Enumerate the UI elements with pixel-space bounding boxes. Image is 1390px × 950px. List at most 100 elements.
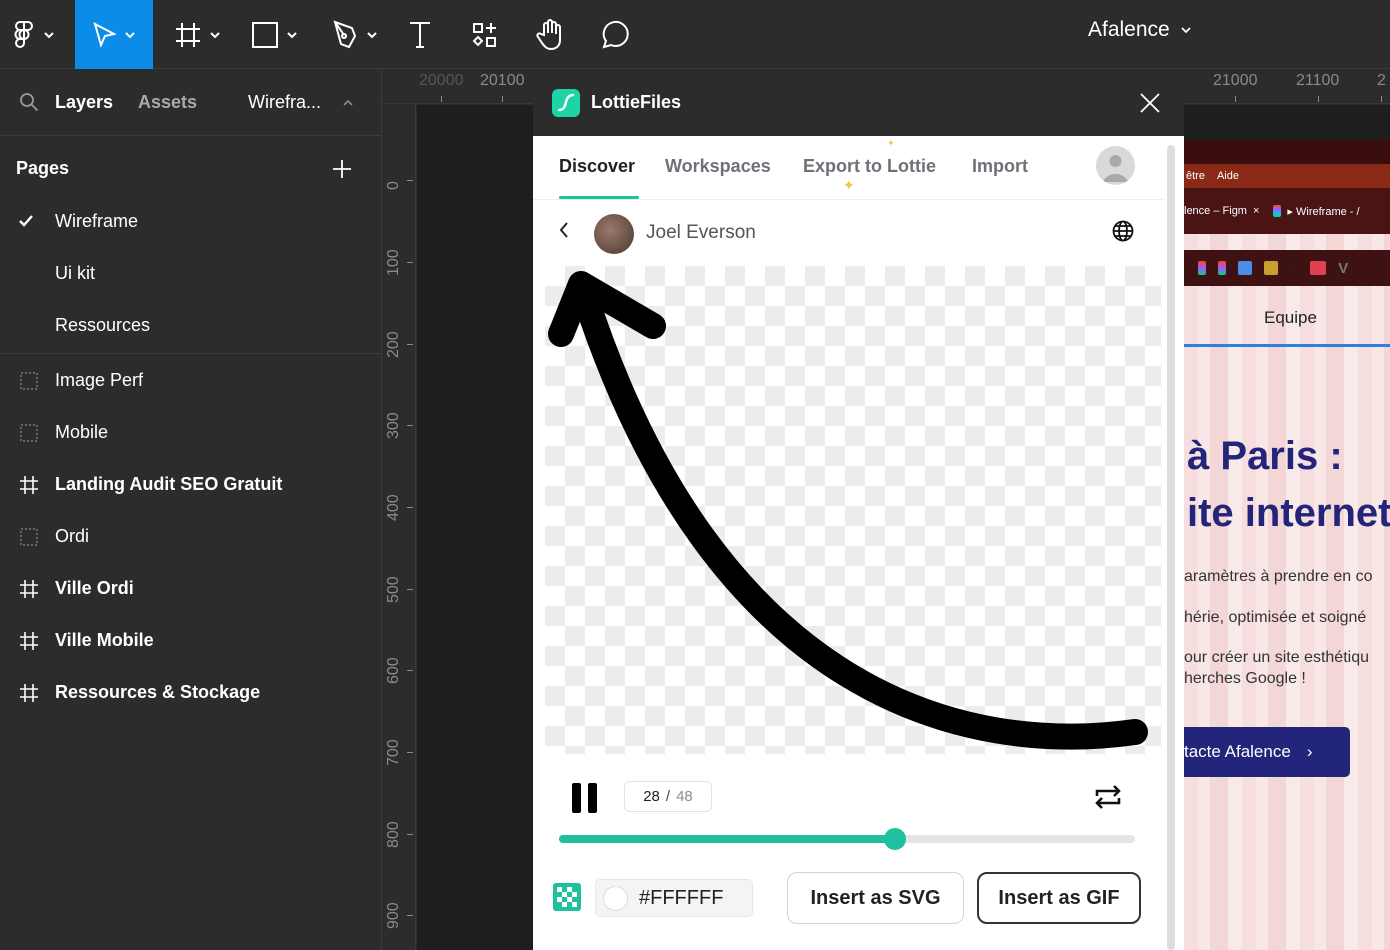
- layer-item[interactable]: Image Perf: [0, 361, 382, 401]
- frame-counter[interactable]: 28 / 48: [624, 781, 712, 812]
- panel-tabs: Layers Assets Wirefra...: [0, 70, 381, 136]
- file-name: Afalence: [1088, 18, 1170, 41]
- tab-workspaces[interactable]: Workspaces: [665, 156, 771, 177]
- animation-preview[interactable]: [545, 266, 1161, 754]
- transparent-background-toggle[interactable]: [553, 883, 581, 911]
- total-frames: 48: [676, 788, 693, 805]
- comment-tool-button[interactable]: [595, 0, 635, 69]
- left-panel: Layers Assets Wirefra... Pages Wireframe…: [0, 70, 382, 950]
- search-icon[interactable]: [19, 92, 39, 112]
- ruler-tick: 20100: [480, 72, 525, 102]
- tab-import[interactable]: Import: [972, 156, 1028, 177]
- file-name-menu[interactable]: Afalence: [1088, 18, 1192, 42]
- comment-icon: [602, 20, 629, 48]
- site-nav-item: Equipe: [1264, 308, 1317, 327]
- pen-tool-button[interactable]: [325, 0, 385, 69]
- tab-assets[interactable]: Assets: [138, 92, 197, 113]
- slider-progress: [559, 835, 895, 843]
- layer-item[interactable]: Ville Mobile: [0, 621, 382, 661]
- globe-icon[interactable]: [1112, 220, 1134, 242]
- bookmark-icon: [1218, 261, 1226, 275]
- frame-hash-icon: [20, 684, 38, 702]
- page-item-ressources[interactable]: Ressources: [55, 315, 150, 336]
- site-cta-button: tacte Afalence ›: [1184, 727, 1350, 777]
- bookmark-icon: V: [1338, 259, 1349, 277]
- site-menu-bar: être Aide: [1184, 164, 1390, 188]
- layer-label: Landing Audit SEO Gratuit: [55, 474, 283, 494]
- chevron-up-icon[interactable]: [342, 98, 354, 108]
- ruler-mark: [407, 752, 413, 753]
- ruler-mark: [407, 834, 413, 835]
- tab-export-to-lottie[interactable]: Export to Lottie: [803, 156, 936, 177]
- bookmark-icon: [1238, 261, 1252, 275]
- bookmark-icon: [1198, 261, 1206, 275]
- tab-discover[interactable]: Discover: [559, 156, 635, 177]
- site-paragraph: aramètres à prendre en co: [1184, 568, 1373, 585]
- main-menu-button[interactable]: [0, 0, 68, 69]
- layer-label: Ordi: [55, 526, 90, 546]
- back-arrow-icon[interactable]: [558, 220, 570, 240]
- layer-label: Ressources & Stockage: [55, 682, 261, 702]
- sparkle-icon: ✦: [887, 138, 895, 148]
- layer-item[interactable]: Mobile: [0, 413, 382, 453]
- author-name[interactable]: Joel Everson: [646, 222, 756, 244]
- color-swatch[interactable]: [603, 886, 628, 911]
- arrow-animation: [548, 271, 1148, 750]
- page-item-wireframe[interactable]: Wireframe: [55, 211, 138, 232]
- insert-as-svg-button[interactable]: Insert as SVG: [787, 872, 964, 924]
- playback-slider[interactable]: [559, 828, 1135, 850]
- user-avatar[interactable]: [1096, 146, 1135, 185]
- plugin-tabs: Discover Workspaces Export to Lottie Imp…: [533, 136, 1163, 200]
- site-heading: ite internet: [1187, 491, 1390, 535]
- ruler-tick: 500: [385, 576, 402, 603]
- layer-label: Ville Ordi: [55, 578, 134, 598]
- chevron-down-icon: [1181, 27, 1191, 34]
- loop-icon[interactable]: [1093, 782, 1123, 812]
- lottiefiles-logo-icon: [552, 89, 580, 117]
- frame-hash-icon: [20, 632, 38, 650]
- hand-icon: [536, 18, 561, 50]
- close-icon[interactable]: [1139, 92, 1161, 114]
- close-icon: ×: [1252, 205, 1260, 217]
- page-item-ui-kit[interactable]: Ui kit: [55, 263, 95, 284]
- scrollbar[interactable]: [1167, 145, 1175, 950]
- pause-button[interactable]: [572, 783, 598, 818]
- tab-layers[interactable]: Layers: [55, 92, 113, 113]
- chevron-right-icon: ›: [1306, 742, 1313, 761]
- lottiefiles-plugin: LottieFiles Discover Workspaces Export t…: [533, 70, 1184, 950]
- background-color-input[interactable]: [639, 887, 749, 910]
- add-page-icon[interactable]: [332, 159, 352, 179]
- shape-tool-button[interactable]: [245, 0, 305, 69]
- bookmark-icon: [1264, 261, 1278, 275]
- figma-logo-icon: [1273, 205, 1282, 217]
- pages-title: Pages: [16, 158, 70, 178]
- plugin-title: LottieFiles: [591, 92, 682, 112]
- browser-tab: lence – Figm: [1184, 205, 1247, 217]
- chevron-down-icon: [44, 31, 54, 38]
- layer-item[interactable]: Ordi: [0, 517, 382, 557]
- site-paragraph: herches Google !: [1184, 670, 1306, 687]
- layer-item[interactable]: Ville Ordi: [0, 569, 382, 609]
- site-nav-underline: [1184, 344, 1390, 347]
- cursor-arrow-icon: [93, 21, 116, 48]
- ruler-tick: 0: [385, 181, 402, 190]
- hand-tool-button[interactable]: [530, 0, 570, 69]
- bookmark-icon: +: [1290, 260, 1299, 276]
- site-bookmarks-bar: + V: [1184, 250, 1390, 286]
- ruler-mark: [407, 344, 413, 345]
- sparkle-icon: ✦: [843, 177, 855, 193]
- layer-item[interactable]: Landing Audit SEO Gratuit: [0, 465, 382, 505]
- resources-button[interactable]: [465, 0, 505, 69]
- move-tool-button[interactable]: [75, 0, 153, 69]
- slider-thumb[interactable]: [883, 828, 906, 850]
- menu-item: être: [1186, 170, 1205, 182]
- insert-as-gif-button[interactable]: Insert as GIF: [977, 872, 1141, 924]
- active-tab-indicator: [559, 196, 639, 199]
- layer-item[interactable]: Ressources & Stockage: [0, 673, 382, 713]
- ruler-tick: 200: [385, 331, 402, 358]
- site-browser-tabs: lence – Figm × ▸ Wireframe - /: [1184, 188, 1390, 234]
- canvas-frame-website[interactable]: être Aide lence – Figm × ▸ Wireframe - /…: [1184, 140, 1390, 950]
- frame-tool-button[interactable]: [168, 0, 228, 69]
- page-selector[interactable]: Wirefra...: [248, 92, 321, 113]
- text-tool-button[interactable]: [400, 0, 440, 69]
